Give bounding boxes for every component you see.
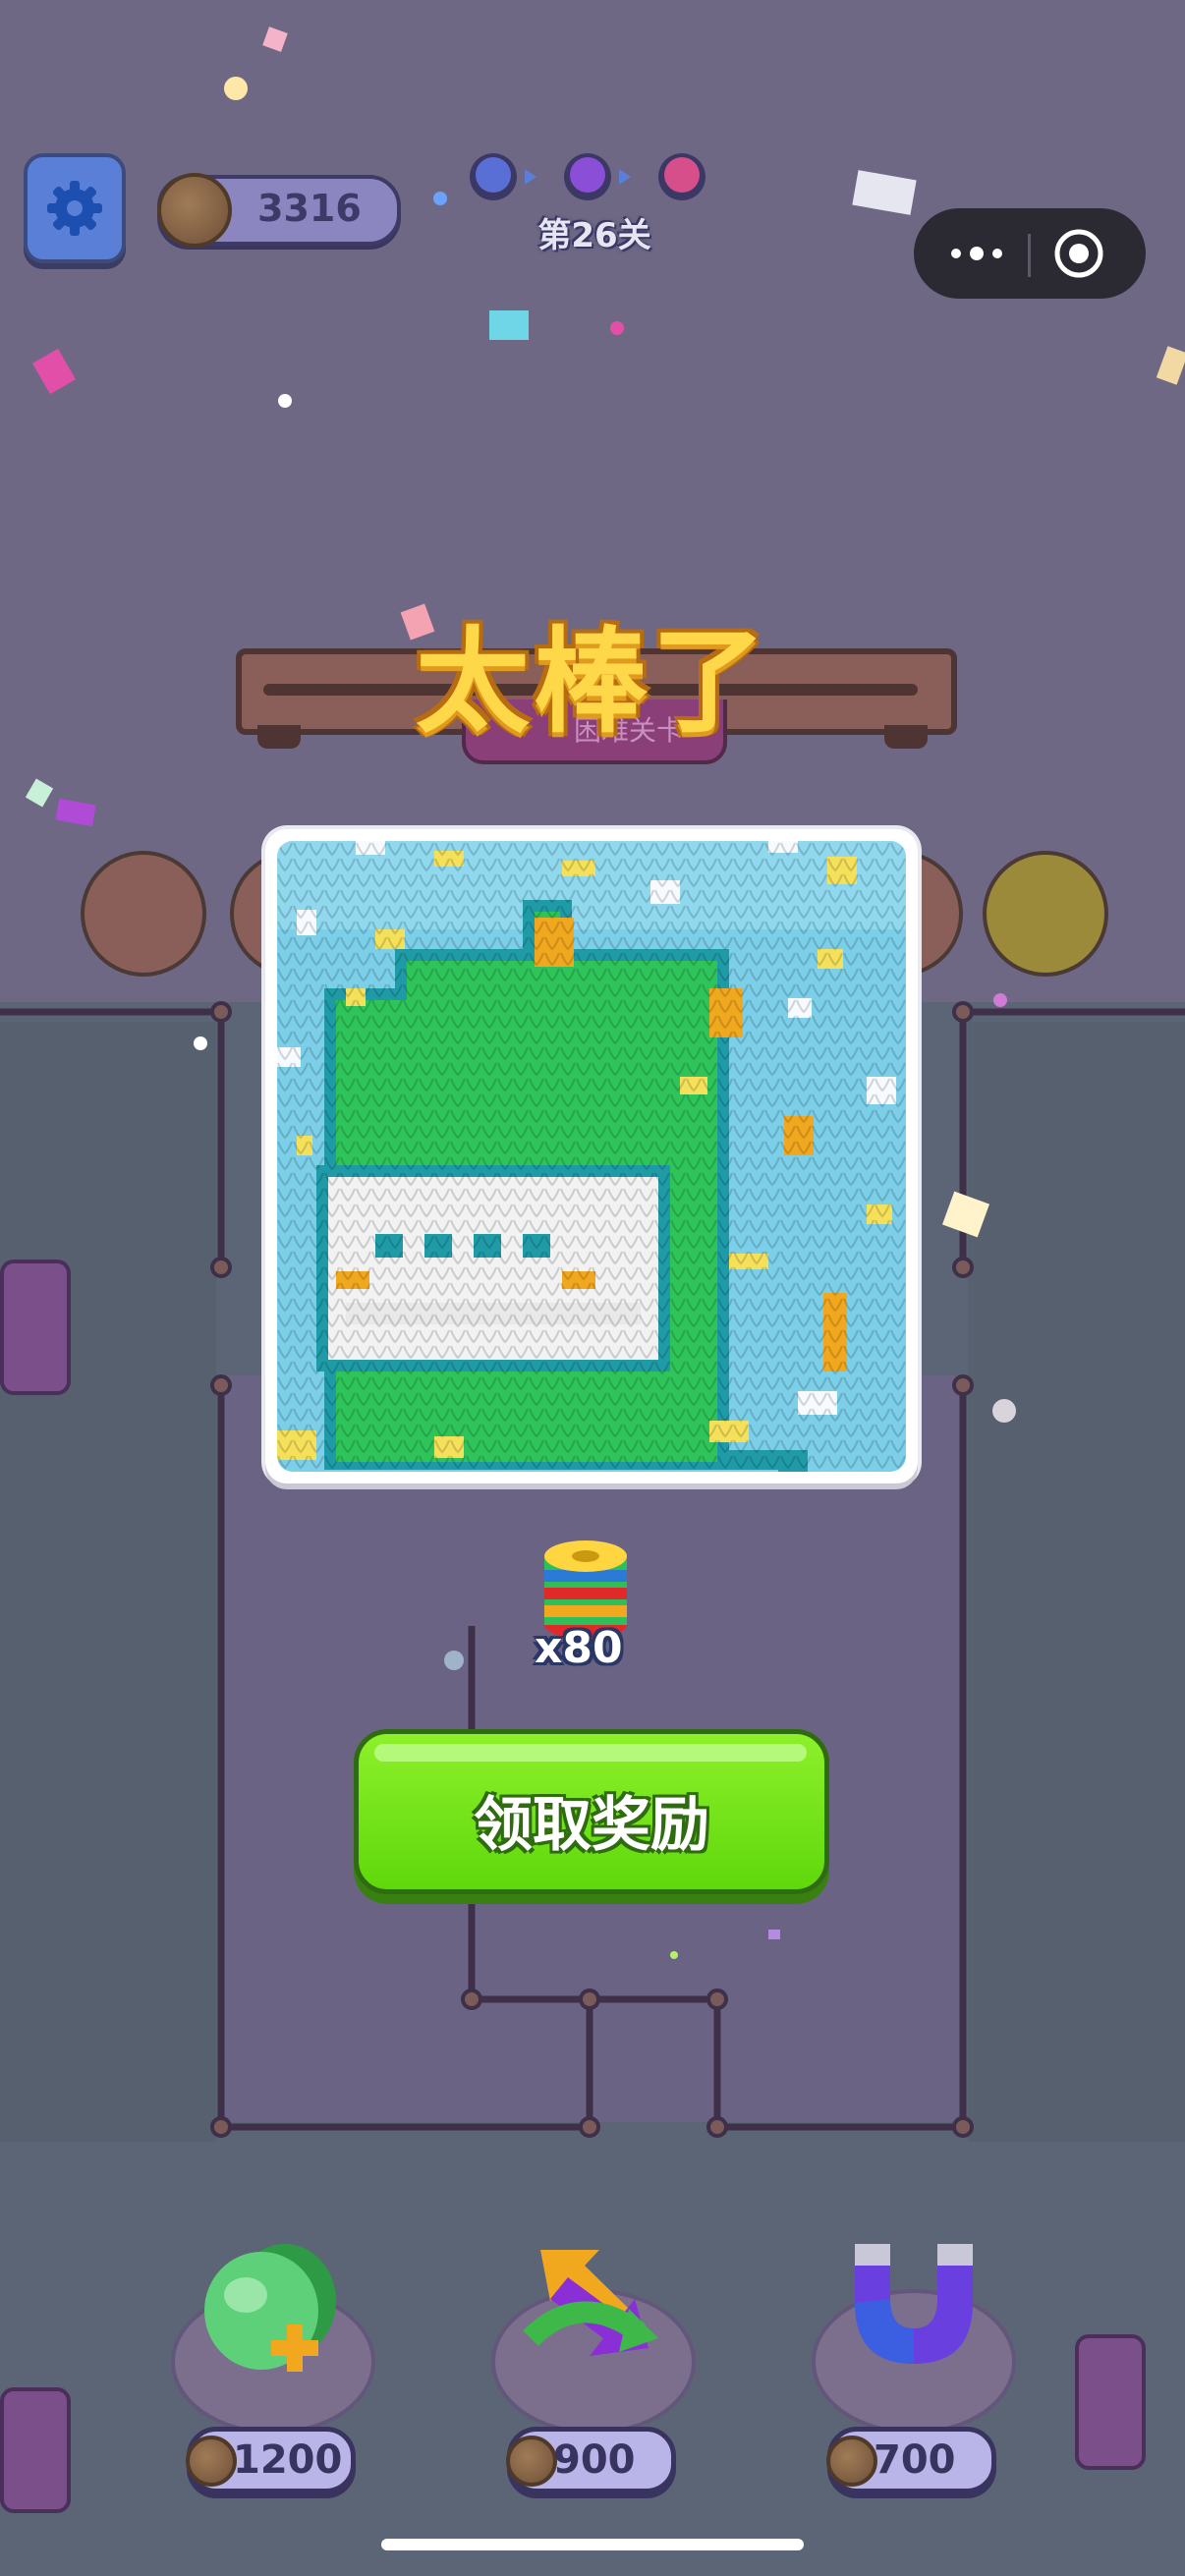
spool-slot (81, 851, 206, 977)
coin-amount: 3316 (257, 187, 362, 230)
magnet-icon (855, 2244, 973, 2364)
spool-slot (983, 851, 1108, 977)
powerup-shuffle[interactable] (171, 2230, 375, 2435)
level-label: 第26关 (537, 216, 651, 255)
price-pill: 900 (506, 2427, 676, 2493)
powerup-price: 1200 (233, 2437, 343, 2483)
coin-icon (186, 2436, 237, 2487)
coin-icon (826, 2436, 877, 2487)
result-title: 太棒了 (416, 616, 769, 749)
claim-reward-button[interactable]: 领取奖励 (354, 1729, 829, 1894)
yarn-barrel (0, 2387, 71, 2513)
coin-balance: 3316 (157, 173, 401, 248)
price-pill: 1200 (186, 2427, 356, 2493)
yarn-barrel (1075, 2334, 1146, 2470)
gear-icon (47, 181, 102, 236)
powerup-price: 900 (553, 2437, 636, 2483)
bottle-plus-icon (204, 2244, 336, 2372)
reward-count: x80 (535, 1623, 623, 1673)
powerup-swap[interactable] (491, 2230, 696, 2435)
swap-arrows-icon (523, 2250, 658, 2356)
stage-progress (470, 153, 705, 200)
home-indicator[interactable] (381, 2539, 804, 2550)
knitted-monster-image (277, 841, 906, 1472)
close-target-icon[interactable] (1051, 226, 1106, 281)
more-button[interactable] (941, 228, 1012, 279)
coin-icon (157, 173, 232, 248)
yarn-barrel (0, 1260, 71, 1395)
more-dots-icon (951, 249, 961, 258)
capsule-divider (1028, 234, 1031, 277)
mini-program-capsule (914, 208, 1146, 299)
claim-reward-label: 领取奖励 (474, 1791, 709, 1860)
powerup-magnet[interactable] (812, 2230, 1016, 2435)
knitted-picture-card (265, 829, 918, 1484)
coin-icon (506, 2436, 557, 2487)
settings-button[interactable] (24, 153, 126, 263)
powerup-price: 700 (874, 2437, 956, 2483)
price-pill: 700 (826, 2427, 996, 2493)
knitted-picture (277, 841, 906, 1472)
